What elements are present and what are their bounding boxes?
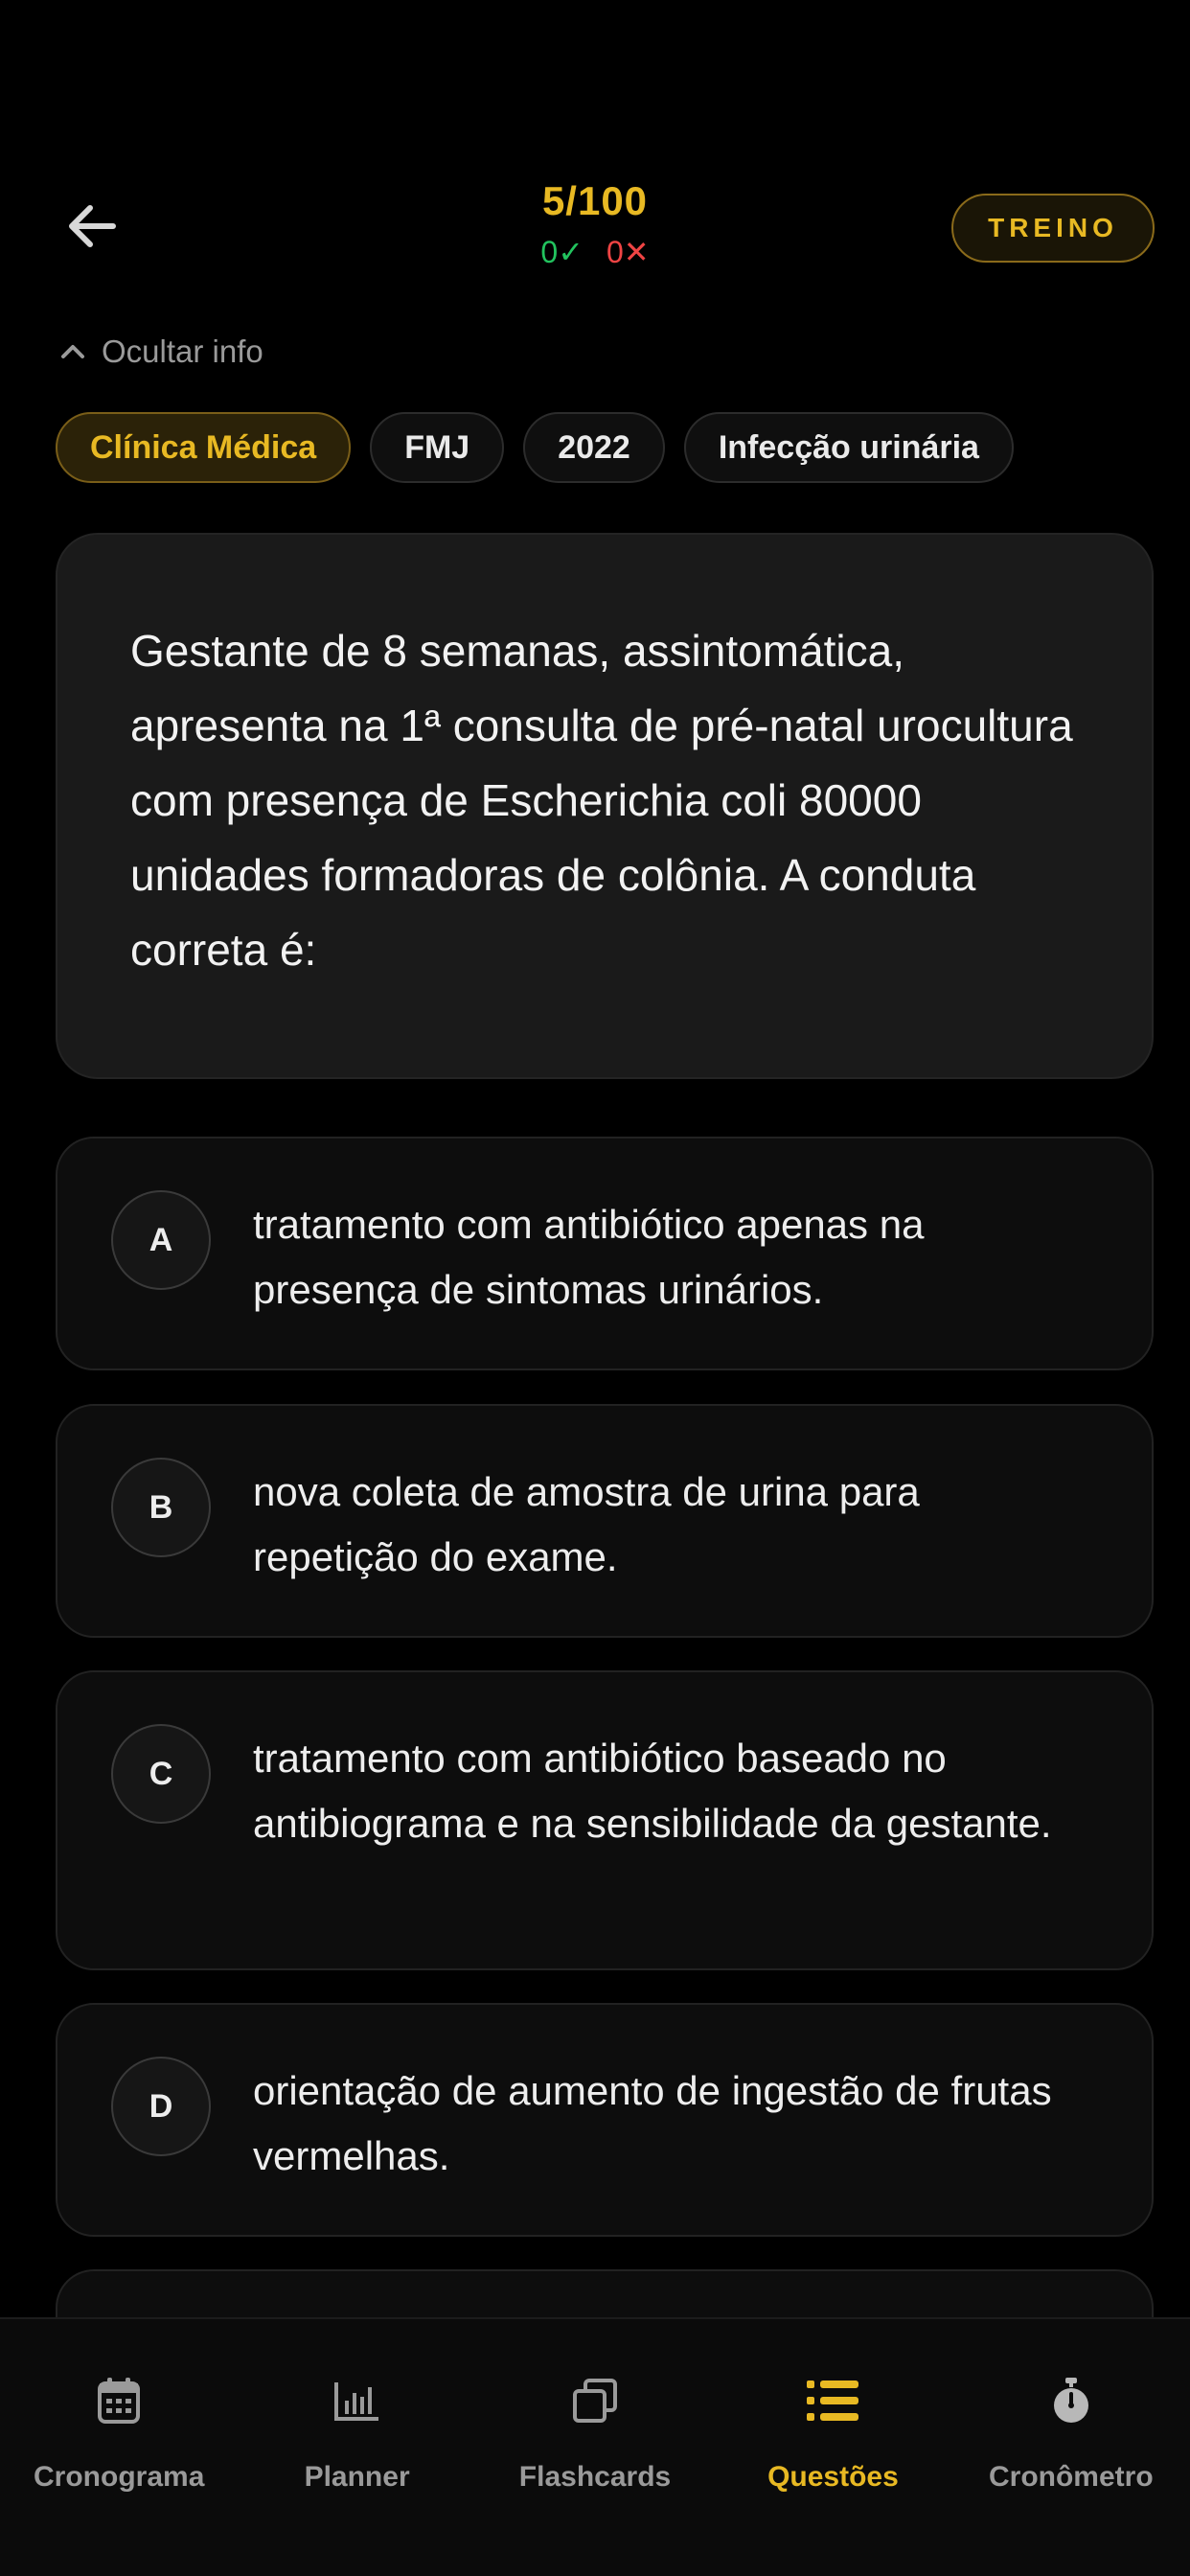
list-icon	[805, 2373, 860, 2428]
option-text: tratamento com antibiótico baseado no an…	[253, 1736, 1052, 1846]
option-letter: D	[111, 2057, 211, 2156]
nav-cronograma[interactable]: Cronograma	[0, 2319, 238, 2576]
option-b[interactable]: B nova coleta de amostra de urina para r…	[56, 1404, 1154, 1638]
option-letter: B	[111, 1458, 211, 1557]
nav-label: Cronômetro	[988, 2461, 1154, 2493]
progress-count: 5/100	[541, 178, 649, 223]
question-text: Gestante de 8 semanas, assintomática, ap…	[130, 626, 1073, 975]
question-tags: Clínica Médica FMJ 2022 Infecção urinári…	[56, 412, 1014, 483]
nav-planner[interactable]: Planner	[238, 2319, 475, 2576]
hide-info-toggle[interactable]: Ocultar info	[59, 334, 263, 370]
bar-chart-icon	[330, 2373, 385, 2428]
option-d[interactable]: D orientação de aumento de ingestão de f…	[56, 2003, 1154, 2237]
back-button[interactable]	[57, 192, 126, 261]
bottom-nav: Cronograma Planner Flashcards Questões C…	[0, 2317, 1190, 2576]
nav-questoes[interactable]: Questões	[714, 2319, 951, 2576]
nav-cronometro[interactable]: Cronômetro	[952, 2319, 1190, 2576]
stopwatch-icon	[1043, 2373, 1099, 2428]
question-progress: 5/100 0✓ 0✕	[403, 178, 787, 270]
nav-label: Questões	[767, 2461, 899, 2493]
nav-flashcards[interactable]: Flashcards	[476, 2319, 714, 2576]
nav-label: Planner	[304, 2461, 410, 2493]
option-a[interactable]: A tratamento com antibiótico apenas na p…	[56, 1137, 1154, 1370]
chevron-up-icon	[61, 345, 84, 358]
nav-label: Cronograma	[34, 2461, 205, 2493]
tag-year[interactable]: 2022	[523, 412, 665, 483]
option-c[interactable]: C tratamento com antibiótico baseado no …	[56, 1670, 1154, 1970]
wrong-count: 0✕	[606, 235, 650, 269]
tag-clinica-medica[interactable]: Clínica Médica	[56, 412, 352, 483]
score-summary: 0✓ 0✕	[403, 234, 787, 270]
hide-info-label: Ocultar info	[102, 334, 263, 369]
nav-label: Flashcards	[518, 2461, 672, 2493]
question-card: Gestante de 8 semanas, assintomática, ap…	[56, 533, 1154, 1079]
option-text: tratamento com antibiótico apenas na pre…	[253, 1202, 925, 1312]
option-text: nova coleta de amostra de urina para rep…	[253, 1469, 920, 1579]
mode-badge[interactable]: TREINO	[951, 194, 1155, 263]
tag-fmj[interactable]: FMJ	[370, 412, 505, 483]
option-letter: C	[111, 1724, 211, 1824]
arrow-left-icon	[69, 205, 116, 247]
correct-count: 0✓	[540, 235, 584, 269]
tag-topic[interactable]: Infecção urinária	[683, 412, 1014, 483]
option-text: orientação de aumento de ingestão de fru…	[253, 2068, 1052, 2178]
calendar-icon	[91, 2373, 147, 2428]
cards-icon	[567, 2373, 623, 2428]
app-screen: 5/100 0✓ 0✕ TREINO Ocultar info Clínica …	[0, 0, 1190, 2576]
option-letter: A	[111, 1190, 211, 1290]
